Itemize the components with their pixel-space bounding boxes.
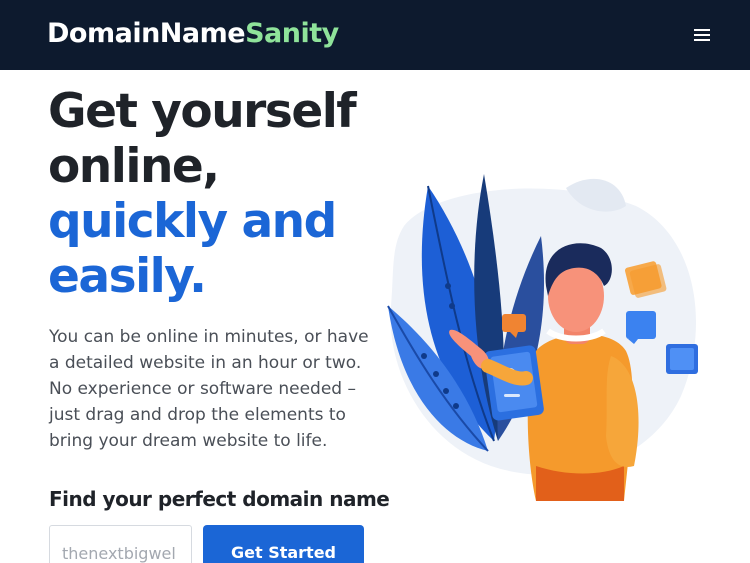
description-line: bring your dream website to life.	[49, 431, 328, 451]
hero-description: You can be online in minutes, or have a …	[49, 324, 379, 454]
site-logo[interactable]: DomainNameSanity	[47, 14, 339, 54]
headline-line: online,	[48, 139, 220, 194]
logo-text-sanity: Sanity	[245, 18, 339, 49]
logo-text-domainname: DomainName	[47, 18, 246, 49]
description-line: just drag and drop the elements to	[49, 405, 346, 425]
hero-headline: Get yourself online, quickly and easily.	[48, 84, 357, 304]
hamburger-bar	[694, 39, 710, 41]
headline-line-highlight: quickly and	[48, 194, 337, 249]
hamburger-bar	[694, 29, 710, 31]
description-line: a detailed website in an hour or two.	[49, 353, 362, 373]
chat-bubble-blue-large	[666, 344, 698, 374]
domain-search-heading: Find your perfect domain name	[49, 487, 390, 511]
top-navbar: DomainNameSanity	[0, 0, 750, 70]
get-started-button[interactable]: Get Started	[203, 525, 364, 563]
hamburger-menu-icon[interactable]	[692, 27, 712, 43]
hero-illustration	[387, 174, 698, 501]
headline-line: Get yourself	[48, 84, 357, 139]
description-line: No experience or software needed –	[49, 379, 356, 399]
hamburger-bar	[694, 34, 710, 36]
headline-line-highlight: easily.	[48, 249, 207, 304]
domain-search-input[interactable]	[49, 525, 192, 563]
description-line: You can be online in minutes, or have	[49, 327, 369, 347]
